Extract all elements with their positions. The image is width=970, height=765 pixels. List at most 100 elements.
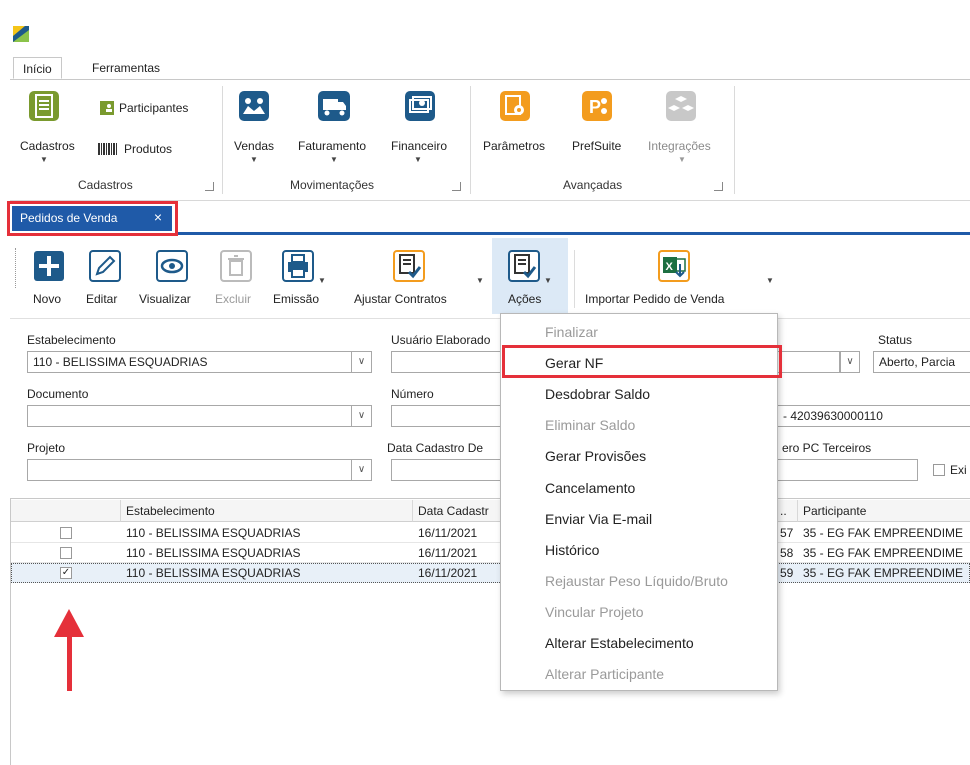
faturamento-button[interactable]: Faturamento (298, 139, 366, 153)
pc-terceiros-input[interactable] (778, 459, 918, 481)
eye-icon[interactable] (156, 250, 188, 282)
menu-item-eliminar-saldo[interactable]: Eliminar Saldo (545, 417, 635, 433)
estabelecimento-label: Estabelecimento (27, 333, 116, 347)
cell-participante: 35 - EG FAK EMPREENDIME (803, 526, 964, 540)
group-launcher-icon[interactable] (452, 182, 461, 191)
group-label-avancadas: Avançadas (563, 178, 623, 192)
group-label-movimentacoes: Movimentações (290, 178, 375, 192)
documento-select[interactable] (27, 405, 352, 427)
excel-icon[interactable]: X (658, 250, 690, 282)
exibir-label: Exi (950, 463, 967, 477)
cadastros-icon (29, 91, 59, 121)
menu-item-desdobrar-saldo[interactable]: Desdobrar Saldo (545, 386, 650, 402)
editar-button[interactable]: Editar (86, 292, 117, 306)
cell-data: 16/11/2021 (418, 546, 478, 560)
chevron-down-icon[interactable]: ∨ (352, 351, 372, 373)
numero-input[interactable] (391, 405, 501, 427)
menu-item-alterar-participante[interactable]: Alterar Participante (545, 666, 664, 682)
usuario-elaborador-label: Usuário Elaborado (391, 333, 491, 347)
grid-header-estabelecimento[interactable]: Estabelecimento (121, 500, 413, 522)
financeiro-button[interactable]: Financeiro (391, 139, 447, 153)
menu-item-enviar-email[interactable]: Enviar Via E-mail (545, 511, 652, 527)
chevron-down-icon: ▼ (414, 155, 422, 164)
chevron-down-icon[interactable]: ▼ (476, 276, 484, 285)
tab-ferramentas[interactable]: Ferramentas (83, 57, 169, 79)
group-divider (222, 86, 223, 194)
projeto-label: Projeto (27, 441, 66, 455)
acoes-button[interactable]: Ações (508, 292, 541, 306)
chevron-down-icon: ▼ (40, 155, 48, 164)
chevron-down-icon[interactable]: ▼ (766, 276, 774, 285)
chevron-down-icon[interactable]: ∨ (352, 459, 372, 481)
participantes-button[interactable]: Participantes (119, 101, 188, 115)
tab-inicio[interactable]: Início (13, 57, 62, 79)
svg-text:X: X (666, 261, 674, 273)
status-select[interactable]: Aberto, Parcia (873, 351, 970, 373)
chevron-down-icon[interactable]: ▼ (318, 276, 326, 285)
pc-terceiros-label: ero PC Terceiros (782, 441, 872, 455)
menu-item-rejaustar-peso[interactable]: Rejaustar Peso Líquido/Bruto (545, 573, 728, 589)
data-cadastro-label: Data Cadastro De (387, 441, 484, 455)
group-launcher-icon[interactable] (205, 182, 214, 191)
row-checkbox[interactable] (60, 527, 72, 539)
row-checkbox[interactable] (60, 547, 72, 559)
cell-estabelecimento: 110 - BELISSIMA ESQUADRIAS (126, 546, 301, 560)
menu-item-historico[interactable]: Histórico (545, 542, 599, 558)
cell-participante: 35 - EG FAK EMPREENDIME (803, 546, 964, 560)
chevron-down-icon[interactable]: ∨ (840, 351, 860, 373)
actions-check-icon[interactable] (508, 250, 540, 282)
grid-header-numero[interactable]: .. (778, 500, 798, 522)
projeto-select[interactable] (27, 459, 352, 481)
menu-item-alterar-estabelecimento[interactable]: Alterar Estabelecimento (545, 635, 694, 651)
cell-participante: 35 - EG FAK EMPREENDIME (803, 566, 964, 580)
cell-data: 16/11/2021 (418, 526, 478, 540)
chevron-down-icon[interactable]: ▼ (544, 276, 552, 285)
ajustar-contratos-button[interactable]: Ajustar Contratos (354, 292, 447, 306)
menu-item-vincular-projeto[interactable]: Vincular Projeto (545, 604, 644, 620)
visualizar-button[interactable]: Visualizar (139, 292, 191, 306)
emissao-button[interactable]: Emissão (273, 292, 319, 306)
menu-item-cancelamento[interactable]: Cancelamento (545, 480, 635, 496)
printer-icon[interactable] (282, 250, 314, 282)
parametros-icon (500, 91, 530, 121)
cell-numero: 57 (780, 526, 794, 540)
pencil-icon[interactable] (89, 250, 121, 282)
prefsuite-button[interactable]: PrefSuite (572, 139, 621, 153)
gerar-nf-highlight (502, 345, 782, 378)
exibir-checkbox[interactable] (933, 464, 945, 476)
grid-header-data-cadastro[interactable]: Data Cadastr (413, 500, 501, 522)
usuario-elaborador-select[interactable] (391, 351, 501, 373)
integracoes-button[interactable]: Integrações (648, 139, 711, 153)
status-label: Status (878, 333, 913, 347)
annotation-arrow-shaft (67, 636, 72, 691)
group-divider (734, 86, 735, 194)
doc-tab-pedidos-de-venda[interactable]: Pedidos de Venda × (12, 206, 172, 231)
vendas-button[interactable]: Vendas (234, 139, 274, 153)
menu-item-finalizar[interactable]: Finalizar (545, 324, 598, 340)
participantes-icon (100, 101, 114, 115)
doc-tab-label: Pedidos de Venda (20, 211, 118, 225)
menu-item-gerar-provisoes[interactable]: Gerar Provisões (545, 448, 646, 464)
produtos-button[interactable]: Produtos (124, 142, 172, 156)
row-checkbox-checked[interactable]: ✓ (60, 567, 72, 579)
group-launcher-icon[interactable] (714, 182, 723, 191)
novo-button[interactable]: Novo (33, 292, 61, 306)
annotation-arrow-head (54, 609, 84, 637)
participante-field[interactable]: - 42039630000110 (778, 405, 970, 427)
cell-numero: 58 (780, 546, 794, 560)
grid-header-participante[interactable]: Participante (798, 500, 970, 522)
chevron-down-icon[interactable]: ∨ (352, 405, 372, 427)
contract-check-icon[interactable] (393, 250, 425, 282)
chevron-down-icon: ▼ (250, 155, 258, 164)
estabelecimento-select[interactable]: 110 - BELISSIMA ESQUADRIAS (27, 351, 352, 373)
plus-icon[interactable] (33, 250, 65, 282)
barcode-icon (98, 143, 117, 155)
excluir-button[interactable]: Excluir (215, 292, 251, 306)
usuario-field-continued[interactable] (778, 351, 840, 373)
data-cadastro-input[interactable] (391, 459, 501, 481)
close-icon[interactable]: × (154, 209, 162, 225)
toolbar-divider (574, 250, 575, 308)
importar-pedido-button[interactable]: Importar Pedido de Venda (585, 292, 724, 306)
parametros-button[interactable]: Parâmetros (483, 139, 545, 153)
cadastros-button[interactable]: Cadastros (20, 139, 75, 153)
